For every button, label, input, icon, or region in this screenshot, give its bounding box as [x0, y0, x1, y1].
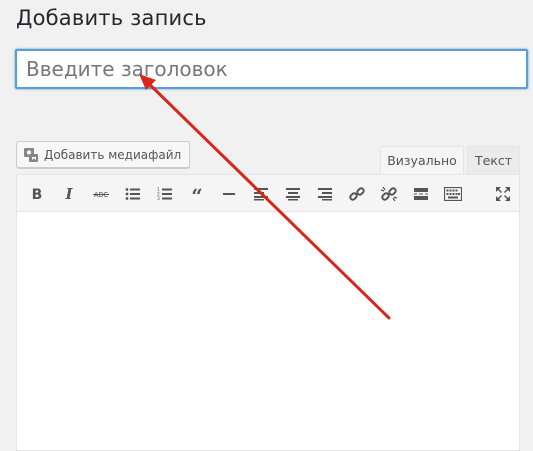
add-media-button[interactable]: Добавить медиафайл: [16, 141, 191, 168]
numbered-list-icon[interactable]: 1 2 3: [150, 179, 180, 209]
read-more-icon[interactable]: [406, 179, 436, 209]
post-title-input[interactable]: [15, 49, 528, 89]
bold-icon[interactable]: B: [22, 179, 52, 209]
editor-toolbar: B I ABC 1 2 3 “: [16, 174, 520, 212]
media-camera-icon: [23, 147, 39, 163]
unlink-icon[interactable]: [374, 179, 404, 209]
horizontal-line-icon[interactable]: [214, 179, 244, 209]
add-media-label: Добавить медиафайл: [44, 147, 182, 162]
blockquote-icon[interactable]: “: [182, 179, 212, 209]
italic-icon[interactable]: I: [54, 179, 84, 209]
tab-visual-label: Визуально: [387, 153, 457, 168]
toolbar-toggle-icon[interactable]: [438, 179, 468, 209]
editor-content-area[interactable]: [16, 211, 520, 451]
tab-text-label: Текст: [474, 153, 513, 168]
svg-text:B: B: [32, 187, 43, 201]
svg-text:3: 3: [157, 196, 160, 201]
link-icon[interactable]: [342, 179, 372, 209]
page-title: Добавить запись: [16, 6, 207, 30]
tab-visual[interactable]: Визуально: [380, 146, 464, 174]
fullscreen-icon[interactable]: [488, 179, 518, 209]
align-right-icon[interactable]: [310, 179, 340, 209]
align-left-icon[interactable]: [246, 179, 276, 209]
tab-text[interactable]: Текст: [467, 146, 520, 174]
svg-text:I: I: [64, 187, 73, 201]
bullet-list-icon[interactable]: [118, 179, 148, 209]
strikethrough-icon[interactable]: ABC: [86, 179, 116, 209]
svg-text:“: “: [191, 187, 203, 201]
align-center-icon[interactable]: [278, 179, 308, 209]
